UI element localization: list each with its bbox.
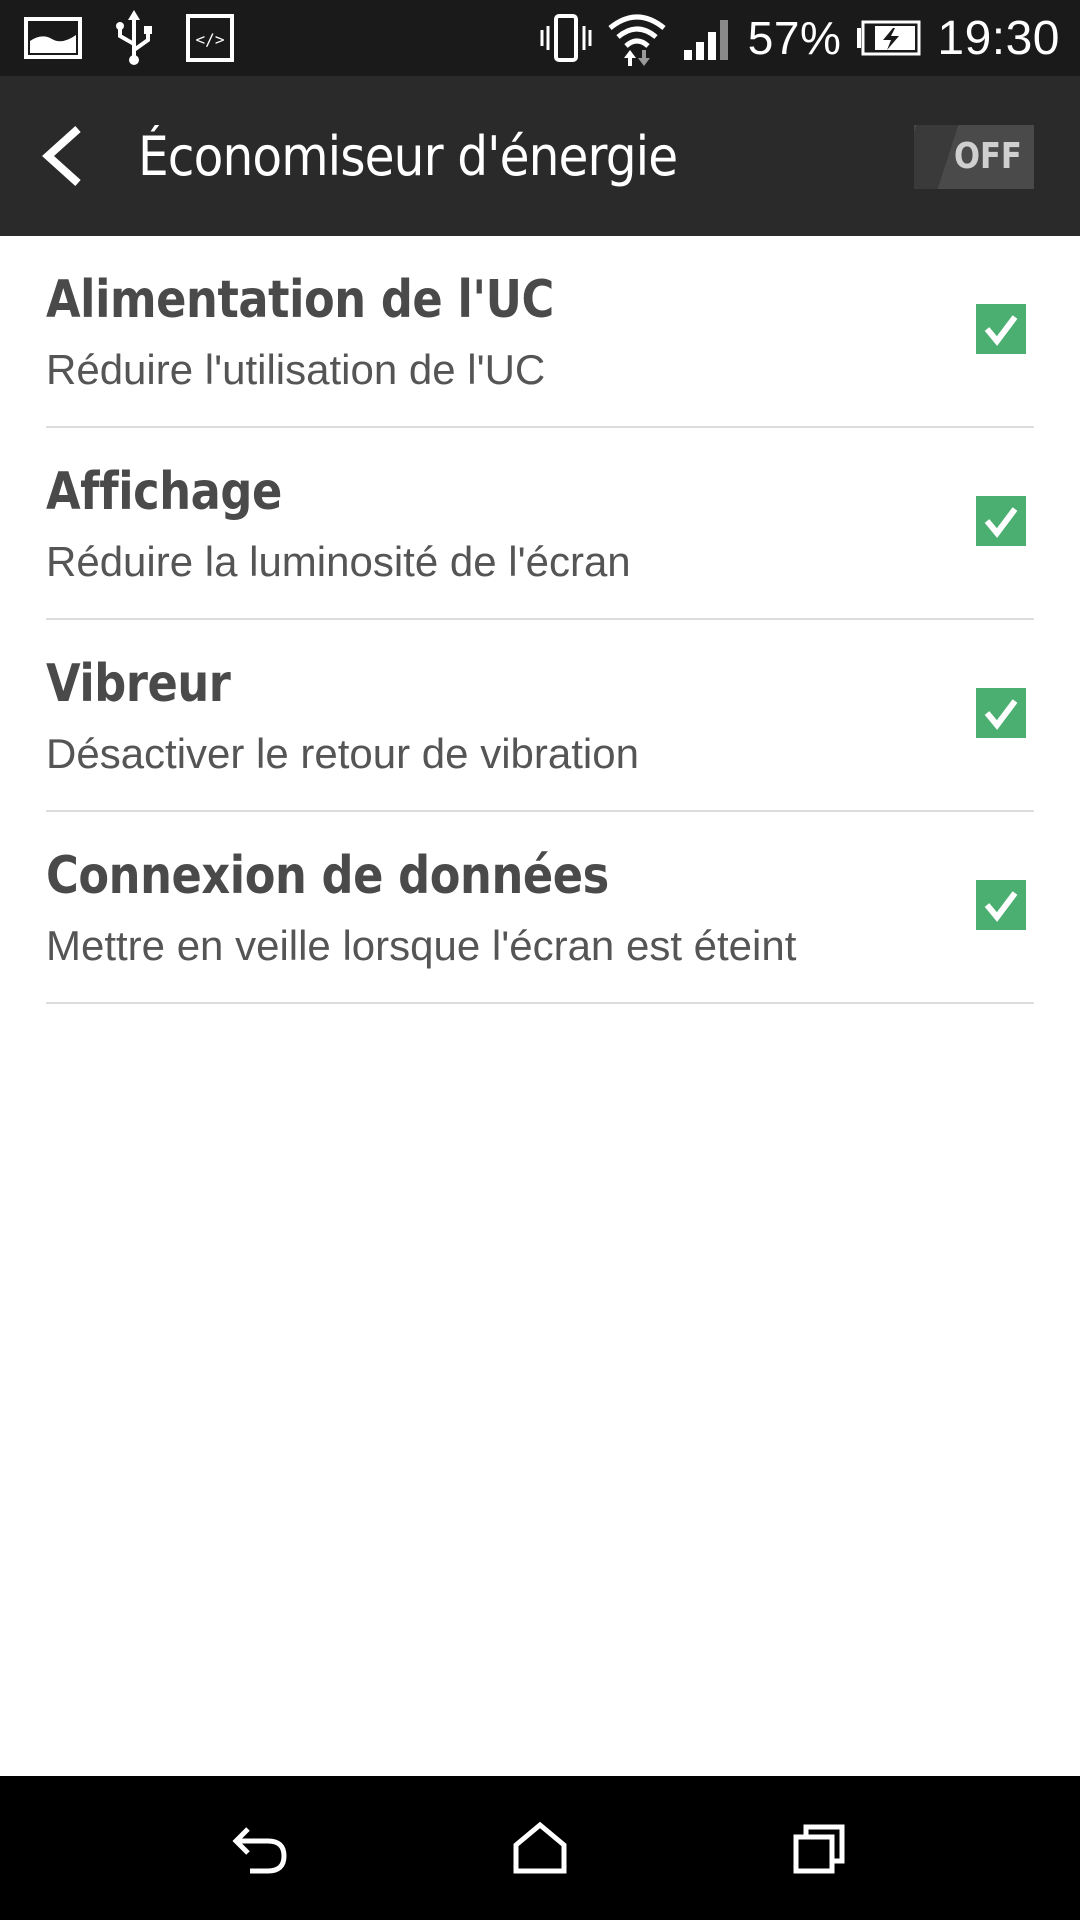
svg-text:</>: </>	[196, 30, 225, 49]
setting-title: Affichage	[46, 462, 282, 522]
screen: </> 57% 19:30 Économiseur d'énergie OFF …	[0, 0, 1080, 1920]
battery-percent: 57%	[747, 12, 842, 64]
check-icon	[984, 699, 1018, 730]
setting-title: Vibreur	[46, 654, 231, 714]
back-icon	[232, 1827, 287, 1874]
clock: 19:30	[937, 11, 1060, 65]
power-saver-toggle[interactable]: OFF	[914, 125, 1034, 189]
setting-title: Alimentation de l'UC	[46, 270, 554, 330]
setting-subtitle: Désactiver le retour de vibration	[46, 730, 639, 777]
toggle-label: OFF	[954, 136, 1022, 177]
setting-title: Connexion de données	[46, 846, 609, 906]
nav-recent-apps-button[interactable]	[760, 1788, 880, 1908]
vibrate-icon	[540, 12, 592, 64]
nav-bar	[0, 1776, 1080, 1920]
status-bar: </> 57% 19:30	[0, 0, 1080, 76]
toggle-knob	[914, 125, 959, 189]
setting-subtitle: Réduire l'utilisation de l'UC	[46, 346, 546, 393]
chevron-left-icon	[42, 126, 81, 186]
wifi-icon	[606, 10, 668, 66]
home-icon	[513, 1821, 567, 1874]
recent-apps-icon	[793, 1824, 845, 1874]
checkbox-cpu[interactable]	[976, 304, 1026, 354]
setting-row-vibration[interactable]: Vibreur Désactiver le retour de vibratio…	[46, 620, 1034, 812]
status-right-icons: 57% 19:30	[526, 0, 1060, 76]
setting-subtitle: Mettre en veille lorsque l'écran est éte…	[46, 922, 797, 969]
checkbox-display[interactable]	[976, 496, 1026, 546]
setting-row-data-connection[interactable]: Connexion de données Mettre en veille lo…	[46, 812, 1034, 1004]
back-button[interactable]	[38, 106, 138, 206]
check-icon	[984, 315, 1018, 346]
setting-subtitle: Réduire la luminosité de l'écran	[46, 538, 631, 585]
usb-icon	[112, 10, 156, 66]
checkbox-vibration[interactable]	[976, 688, 1026, 738]
status-left-icons: </>	[24, 0, 264, 76]
check-icon	[984, 507, 1018, 538]
check-icon	[984, 891, 1018, 922]
nav-back-button[interactable]	[200, 1788, 320, 1908]
action-bar: Économiseur d'énergie OFF	[0, 76, 1080, 236]
settings-list: Alimentation de l'UC Réduire l'utilisati…	[46, 236, 1034, 1004]
image-notification-icon	[24, 17, 82, 59]
developer-icon: </>	[186, 14, 234, 62]
setting-row-cpu[interactable]: Alimentation de l'UC Réduire l'utilisati…	[46, 236, 1034, 428]
setting-row-display[interactable]: Affichage Réduire la luminosité de l'écr…	[46, 428, 1034, 620]
checkbox-data-connection[interactable]	[976, 880, 1026, 930]
nav-home-button[interactable]	[480, 1788, 600, 1908]
battery-charging-icon	[855, 20, 921, 56]
page-title: Économiseur d'énergie	[138, 124, 678, 188]
signal-icon	[682, 16, 734, 60]
